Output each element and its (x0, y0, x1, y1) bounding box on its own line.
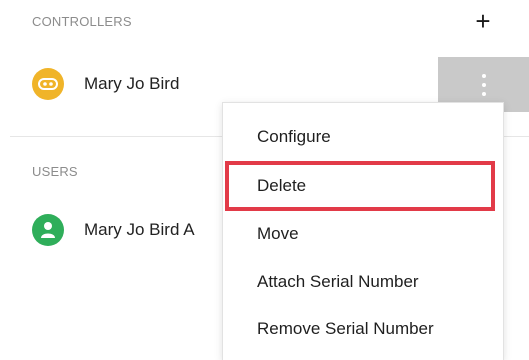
user-row[interactable]: Mary Jo Bird A (32, 210, 195, 250)
kebab-icon (481, 73, 486, 96)
menu-item-configure[interactable]: Configure (257, 127, 331, 147)
menu-item-move[interactable]: Move (257, 224, 299, 244)
user-avatar (32, 214, 64, 246)
menu-item-remove-serial-number[interactable]: Remove Serial Number (257, 319, 434, 339)
person-icon (41, 222, 55, 238)
add-controller-button[interactable]: + (470, 8, 496, 34)
controller-icon (38, 78, 58, 90)
controllers-section-title: CONTROLLERS (32, 14, 132, 29)
menu-item-attach-serial-number[interactable]: Attach Serial Number (257, 272, 419, 292)
plus-icon: + (475, 6, 491, 36)
controller-name: Mary Jo Bird (84, 74, 180, 93)
users-section-title: USERS (32, 164, 78, 179)
panel: CONTROLLERS + Mary Jo Bird USERS Mary Jo… (0, 0, 529, 360)
user-name: Mary Jo Bird A (84, 220, 195, 239)
controller-avatar (32, 68, 64, 100)
controller-row[interactable]: Mary Jo Bird (32, 64, 179, 104)
delete-highlight-box (225, 161, 495, 211)
context-menu: Configure Delete Move Attach Serial Numb… (222, 102, 504, 360)
